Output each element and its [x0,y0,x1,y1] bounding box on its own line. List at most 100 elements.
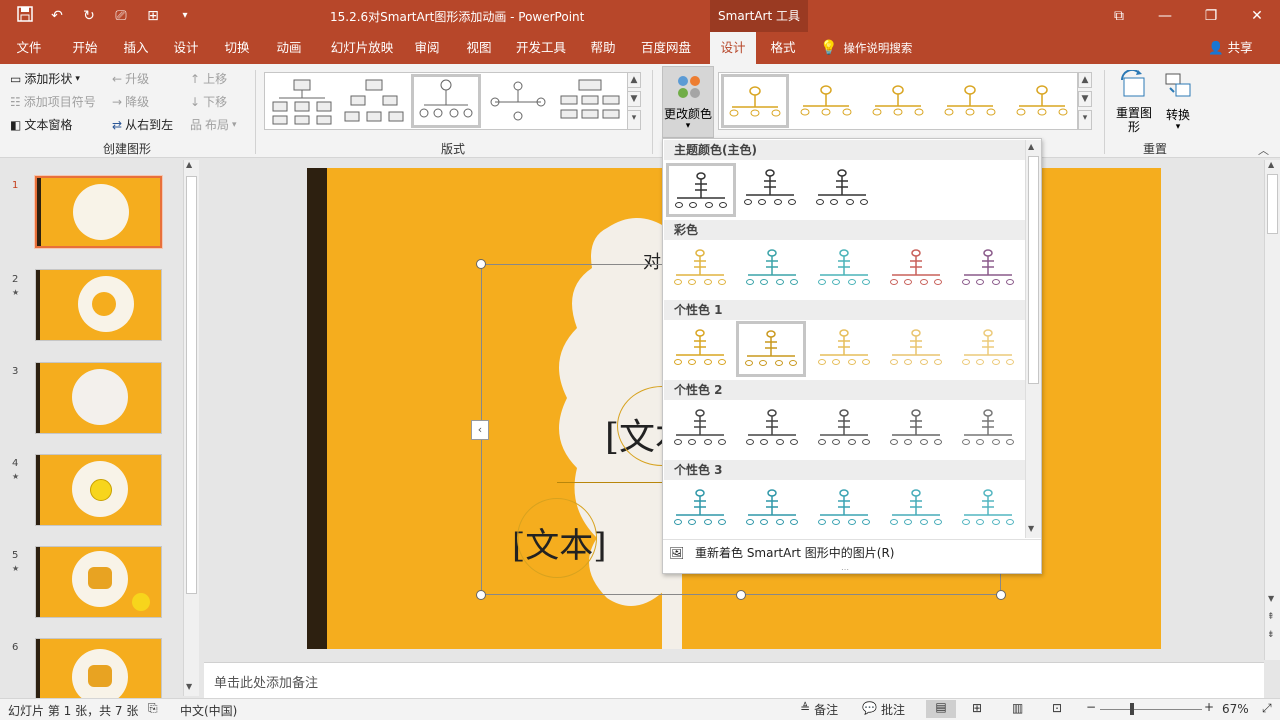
color-option[interactable] [668,243,734,297]
zoom-slider[interactable] [1100,709,1202,710]
color-option[interactable] [812,403,878,457]
tab-slideshow[interactable]: 幻灯片放映 [320,32,404,64]
tab-home[interactable]: 开始 [62,32,108,64]
tab-smartart-design[interactable]: 设计 [710,32,756,64]
scroll-down-arrow-icon[interactable]: ▼ [1268,594,1274,603]
scrollbar-thumb[interactable] [1267,174,1278,234]
color-option[interactable] [884,403,950,457]
thumbnail-scrollbar[interactable]: ▲ ▼ [183,160,199,696]
redo-icon[interactable]: ↻ [78,6,100,26]
style-option[interactable] [1009,76,1075,128]
color-option[interactable] [740,243,806,297]
reading-view-icon[interactable]: ▥ [1012,701,1023,715]
style-option[interactable] [865,76,931,128]
styles-scroll-up[interactable]: ▲ [1078,72,1092,88]
color-option[interactable] [812,323,878,377]
color-option[interactable] [812,243,878,297]
zoom-level[interactable]: 67% [1222,702,1249,716]
scroll-down-arrow-icon[interactable]: ▼ [1028,524,1034,533]
scroll-up-arrow-icon[interactable]: ▲ [1268,160,1274,169]
zoom-out-icon[interactable]: − [1086,700,1096,714]
slide-thumbnail[interactable] [35,546,162,618]
layout-option[interactable] [269,76,335,128]
resize-handle[interactable] [996,590,1006,600]
tab-transitions[interactable]: 切换 [214,32,260,64]
color-option[interactable] [668,403,734,457]
tab-insert[interactable]: 插入 [114,32,158,64]
layout-option[interactable] [485,76,551,128]
zoom-slider-handle[interactable] [1130,703,1134,715]
demote-button[interactable]: → 降级 [112,93,149,110]
layout-option[interactable] [341,76,407,128]
style-option-selected[interactable] [721,74,789,128]
layout-button[interactable]: 品 布局 ▾ [190,116,237,133]
comments-button[interactable]: 💬 批注 [862,701,905,718]
scroll-down-arrow-icon[interactable]: ▼ [186,682,192,691]
share-button[interactable]: 👤 共享 [1208,32,1266,64]
scrollbar-thumb[interactable] [186,176,197,594]
color-option[interactable] [956,323,1022,377]
style-option[interactable] [793,76,859,128]
slide-scrollbar[interactable]: ▲ ▼ ⇞ ⇟ [1264,160,1280,660]
slide-sorter-icon[interactable]: ⊞ [972,701,982,715]
styles-scroll-down[interactable]: ▼ [1078,91,1092,107]
resize-grip[interactable]: ⋯ [841,565,849,574]
add-shape-button[interactable]: ▭ 添加形状 ▾ [10,70,80,87]
present-from-start-icon[interactable]: ⎚ [110,6,132,26]
slide-thumbnail[interactable] [35,454,162,526]
color-option[interactable] [812,483,878,537]
minimize-icon[interactable]: — [1142,0,1188,32]
notes-pane[interactable]: 单击此处添加备注 [204,662,1264,698]
gallery-scroll-up[interactable]: ▲ [627,72,641,88]
scroll-up-arrow-icon[interactable]: ▲ [186,160,192,169]
color-option[interactable] [666,163,736,217]
color-option[interactable] [956,243,1022,297]
color-option[interactable] [956,483,1022,537]
language-indicator[interactable]: 中文(中国) [180,702,237,719]
styles-expand[interactable]: ▾ [1078,110,1092,130]
scroll-up-arrow-icon[interactable]: ▲ [1028,142,1034,151]
collapse-ribbon-icon[interactable]: ︿ [1258,142,1269,158]
reset-graphic-button[interactable]: 重置图形 [1114,70,1154,140]
tab-developer[interactable]: 开发工具 [512,32,570,64]
next-slide-icon[interactable]: ⇟ [1267,630,1275,640]
right-to-left-button[interactable]: ⇄ 从右到左 [112,116,173,133]
tab-view[interactable]: 视图 [460,32,498,64]
undo-icon[interactable]: ↶ [46,6,68,26]
fit-to-window-icon[interactable]: ⤢ [1262,701,1272,716]
gallery-expand[interactable]: ▾ [627,110,641,130]
tab-smartart-format[interactable]: 格式 [762,32,804,64]
color-option[interactable] [884,323,950,377]
save-icon[interactable] [14,6,36,26]
tab-file[interactable]: 文件 [8,32,50,64]
text-pane-button[interactable]: ◧ 文本窗格 [10,116,72,133]
change-colors-button[interactable]: 更改颜色 ▾ [662,66,714,138]
touch-mode-icon[interactable]: ⊞ [142,6,164,26]
layout-option-selected[interactable] [411,74,481,128]
tab-animations[interactable]: 动画 [266,32,312,64]
tab-review[interactable]: 审阅 [408,32,446,64]
scrollbar-thumb[interactable] [1028,156,1039,384]
resize-handle[interactable] [736,590,746,600]
color-option[interactable] [740,403,806,457]
restore-icon[interactable]: ❐ [1188,0,1234,32]
ribbon-display-options-icon[interactable]: ⧉ [1096,0,1142,32]
style-option[interactable] [937,76,1003,128]
color-option[interactable] [740,483,806,537]
spell-check-icon[interactable]: ⎘ [148,701,158,716]
color-option[interactable] [884,483,950,537]
tab-help[interactable]: 帮助 [584,32,622,64]
recolor-pictures-option[interactable]: 🖼 重新着色 SmartArt 图形中的图片(R) [663,539,1041,567]
slide-thumbnail[interactable] [34,175,163,249]
layout-option[interactable] [557,76,623,128]
color-option[interactable] [738,163,804,217]
dropdown-scrollbar[interactable]: ▲ ▼ [1025,140,1041,538]
text-pane-toggle[interactable]: ‹ [471,420,489,440]
convert-button[interactable]: 转换 ▾ [1158,70,1198,140]
notes-toggle-button[interactable]: ≜ 备注 [800,701,838,718]
color-option[interactable] [956,403,1022,457]
slide-thumbnail[interactable] [35,362,162,434]
close-icon[interactable]: ✕ [1234,0,1280,32]
add-bullet-button[interactable]: ☷ 添加项目符号 [10,93,96,110]
tab-design[interactable]: 设计 [164,32,208,64]
